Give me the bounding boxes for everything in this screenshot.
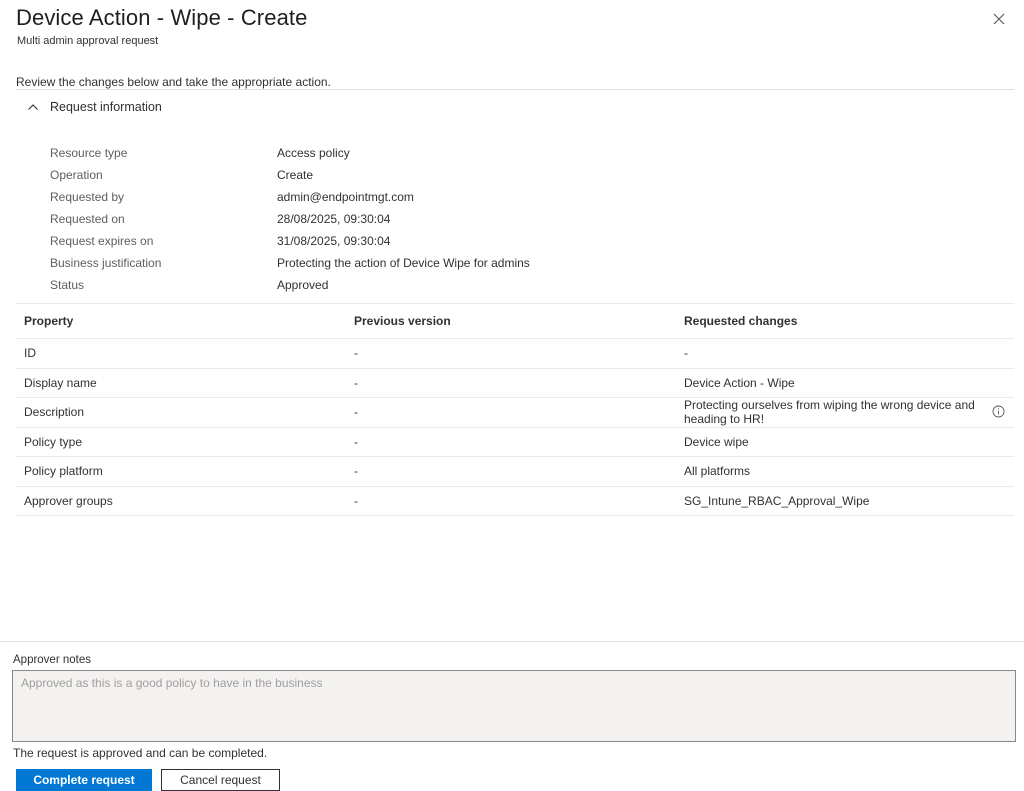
complete-request-button[interactable]: Complete request: [16, 769, 152, 791]
cell-requested: Device wipe: [684, 434, 749, 449]
cell-requested: Protecting ourselves from wiping the wro…: [684, 398, 975, 427]
cell-property: Description: [24, 405, 85, 420]
table-row: Description - Protecting ourselves from …: [16, 398, 1014, 428]
column-header-requested-changes: Requested changes: [684, 314, 798, 328]
cell-property: Policy platform: [24, 464, 103, 479]
request-information-toggle[interactable]: Request information: [26, 98, 162, 116]
cancel-request-button[interactable]: Cancel request: [161, 769, 280, 791]
column-header-previous-version: Previous version: [354, 314, 451, 328]
info-value: 28/08/2025, 09:30:04: [277, 212, 391, 226]
page-title: Device Action - Wipe - Create: [16, 5, 308, 30]
divider: [16, 89, 1014, 90]
approver-notes-field[interactable]: Approved as this is a good policy to hav…: [12, 670, 1016, 742]
cell-previous: -: [354, 493, 358, 508]
changes-table: Property Previous version Requested chan…: [16, 303, 1014, 516]
cell-requested: SG_Intune_RBAC_Approval_Wipe: [684, 493, 870, 508]
cell-property: Approver groups: [24, 493, 113, 508]
info-key: Status: [50, 278, 85, 292]
info-value: Access policy: [277, 146, 350, 160]
info-key: Operation: [50, 168, 103, 182]
info-key: Business justification: [50, 256, 162, 270]
close-button[interactable]: [988, 8, 1010, 30]
info-value: Approved: [277, 278, 329, 292]
info-key: Request expires on: [50, 234, 154, 248]
cell-requested: -: [684, 346, 688, 361]
cell-property: Display name: [24, 375, 97, 390]
info-icon[interactable]: [992, 405, 1005, 418]
cell-previous: -: [354, 405, 358, 420]
section-label: Request information: [50, 100, 162, 114]
cell-property: Policy type: [24, 434, 83, 449]
info-key: Requested on: [50, 212, 125, 226]
info-key: Requested by: [50, 190, 125, 204]
table-row: Display name - Device Action - Wipe: [16, 369, 1014, 398]
cell-requested: Device Action - Wipe: [684, 375, 795, 390]
info-value: Create: [277, 168, 314, 182]
review-instructions: Review the changes below and take the ap…: [16, 75, 331, 89]
page-subtitle: Multi admin approval request: [17, 35, 159, 47]
info-value: admin@endpointmgt.com: [277, 190, 414, 204]
table-row: ID - -: [16, 339, 1014, 369]
info-key: Resource type: [50, 146, 128, 160]
approver-notes-label: Approver notes: [13, 654, 91, 666]
column-header-property: Property: [24, 314, 74, 328]
cell-previous: -: [354, 375, 358, 390]
cell-previous: -: [354, 434, 358, 449]
cell-property: ID: [24, 346, 36, 361]
info-value: 31/08/2025, 09:30:04: [277, 234, 391, 248]
table-row: Policy type - Device wipe: [16, 428, 1014, 457]
table-row: Policy platform - All platforms: [16, 457, 1014, 487]
status-message: The request is approved and can be compl…: [13, 746, 268, 760]
chevron-up-icon: [28, 104, 38, 110]
table-row: Approver groups - SG_Intune_RBAC_Approva…: [16, 487, 1014, 516]
close-icon: [993, 13, 1005, 25]
cell-requested: All platforms: [684, 464, 751, 479]
cell-previous: -: [354, 464, 358, 479]
cell-previous: -: [354, 346, 358, 361]
info-value: Protecting the action of Device Wipe for…: [277, 256, 530, 270]
table-header-row: Property Previous version Requested chan…: [16, 303, 1014, 339]
footer-divider: [0, 641, 1024, 642]
